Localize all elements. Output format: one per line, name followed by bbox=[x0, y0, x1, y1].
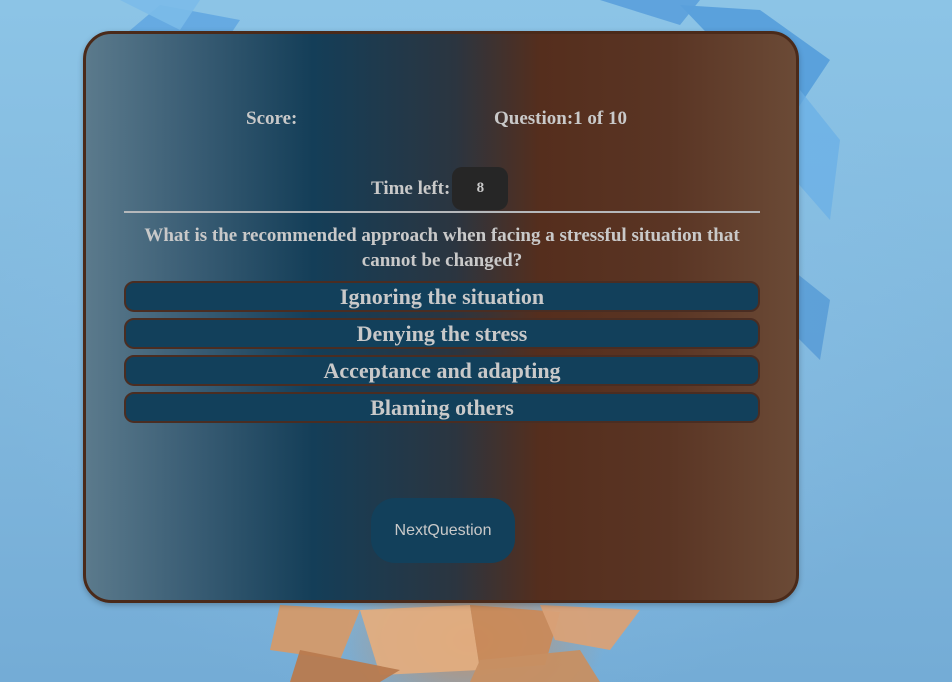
score-label: Score: bbox=[246, 108, 298, 129]
quiz-card: Score: Question:1 of 10 Time left: 8 Wha… bbox=[83, 31, 799, 603]
answer-option-2[interactable]: Denying the stress bbox=[124, 318, 760, 349]
answer-option-4[interactable]: Blaming others bbox=[124, 392, 760, 423]
next-question-button[interactable]: NextQuestion bbox=[371, 498, 515, 563]
answer-option-3[interactable]: Acceptance and adapting bbox=[124, 355, 760, 386]
answer-options: Ignoring the situation Denying the stres… bbox=[124, 281, 760, 429]
question-text: What is the recommended approach when fa… bbox=[144, 225, 740, 271]
answer-option-1[interactable]: Ignoring the situation bbox=[124, 281, 760, 312]
question-counter: Question:1 of 10 bbox=[494, 108, 627, 129]
time-left-value: 8 bbox=[452, 167, 509, 210]
divider bbox=[124, 211, 760, 213]
time-left-label: Time left: bbox=[371, 177, 451, 199]
timer: Time left: 8 bbox=[371, 167, 509, 210]
